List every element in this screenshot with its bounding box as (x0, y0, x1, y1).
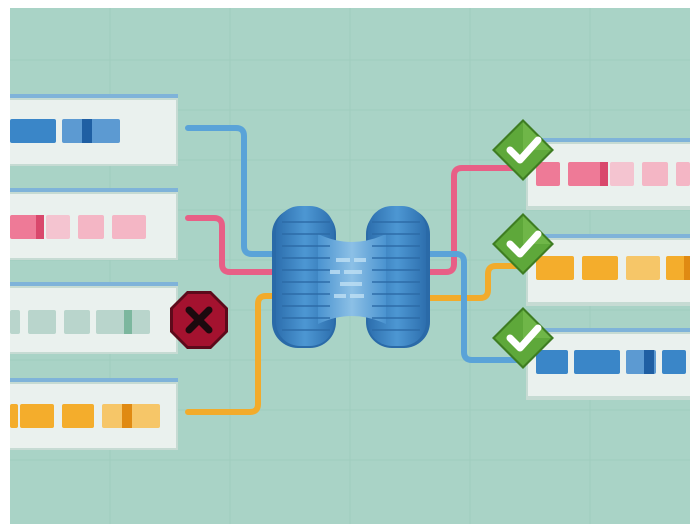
cell (96, 310, 150, 334)
cell-highlight (36, 215, 44, 239)
frame-left (0, 0, 10, 532)
cell (574, 350, 620, 374)
cell-highlight (644, 350, 654, 374)
cell (642, 162, 668, 186)
cell (536, 256, 574, 280)
cell (62, 404, 94, 428)
cell (536, 350, 568, 374)
cell (610, 162, 634, 186)
cell (536, 162, 560, 186)
cell (10, 404, 18, 428)
cell-highlight (124, 310, 132, 334)
cell (46, 215, 70, 239)
cell (10, 119, 56, 143)
input-card-gray (10, 282, 178, 354)
x-mark-icon (170, 291, 228, 349)
cell-highlight (82, 119, 92, 143)
cell (662, 350, 686, 374)
cell (10, 310, 20, 334)
cell (20, 404, 54, 428)
cell (64, 310, 90, 334)
cell-highlight (122, 404, 132, 428)
cell-highlight (600, 162, 608, 186)
cell (78, 215, 104, 239)
input-card-blue (10, 94, 178, 166)
input-card-pink (10, 188, 178, 260)
cell (28, 310, 56, 334)
frame-top (0, 0, 698, 8)
frame-right (690, 0, 698, 532)
input-card-orange (10, 378, 178, 450)
cell (582, 256, 618, 280)
frame-bottom (0, 524, 698, 532)
cell (676, 162, 690, 186)
data-pipeline-diagram (10, 8, 690, 524)
cell (626, 256, 660, 280)
cell (112, 215, 146, 239)
